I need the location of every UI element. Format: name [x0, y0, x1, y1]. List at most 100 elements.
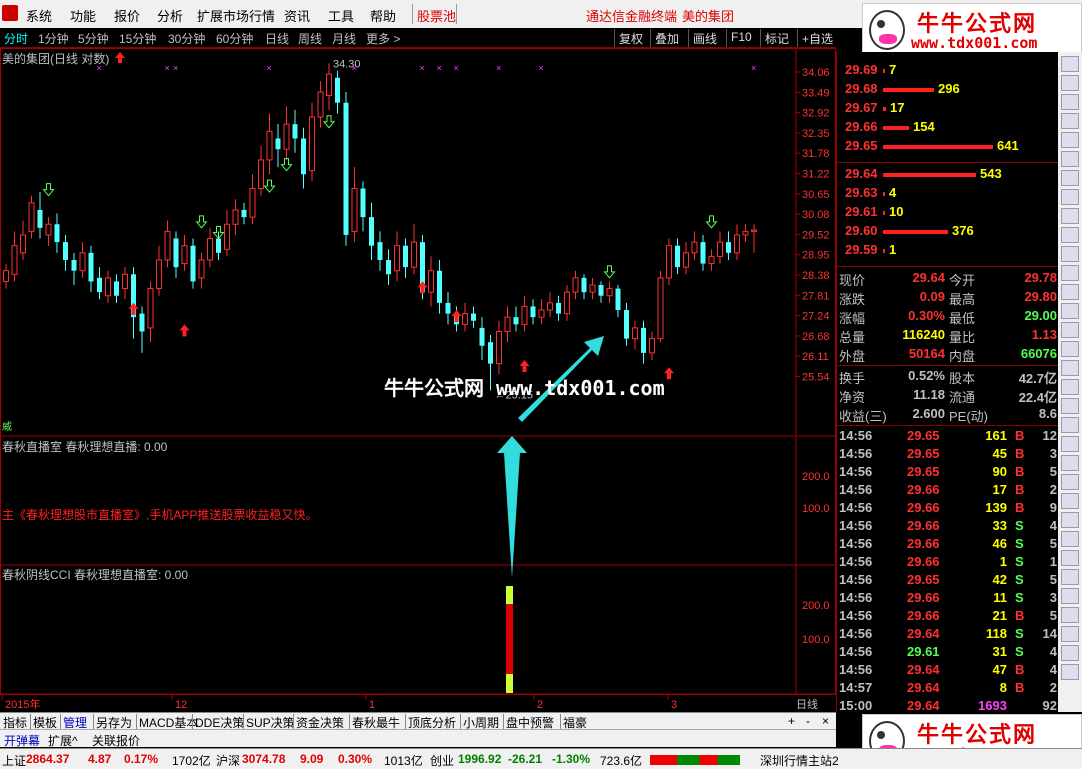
quote-label: PE(动) [949, 409, 989, 424]
bid-row[interactable]: 29.63 4 [837, 185, 1059, 203]
menu-help[interactable]: 帮助 [370, 6, 396, 25]
status-bar: 上证 2864.37 4.87 0.17% 1702亿 沪深 3074.78 9… [0, 748, 1082, 769]
bars-icon[interactable] [1061, 417, 1079, 433]
candle-body-up [317, 91, 324, 118]
tick-time: 14:56 [839, 608, 873, 623]
tool-icon[interactable] [1061, 550, 1079, 566]
period-more[interactable]: 更多 > [366, 30, 400, 47]
period-60min[interactable]: 60分钟 [216, 30, 253, 47]
zoom-out-button[interactable]: - [806, 714, 810, 728]
menu-tools[interactable]: 工具 [328, 6, 354, 25]
ask-row[interactable]: 29.69 7 [837, 62, 1059, 80]
bid-row[interactable]: 29.60 376 [837, 223, 1059, 241]
ask-row[interactable]: 29.65 641 [837, 138, 1059, 156]
sell-arrow-icon [705, 215, 718, 229]
period-monthly[interactable]: 月线 [332, 30, 356, 47]
gear-icon[interactable] [1061, 379, 1079, 395]
dot-icon[interactable] [1061, 512, 1079, 528]
buy-arrow-icon [179, 324, 190, 337]
ask-row[interactable]: 29.66 154 [837, 119, 1059, 137]
flag-icon[interactable] [1061, 607, 1079, 623]
clock-icon[interactable] [1061, 626, 1079, 642]
ask-row[interactable]: 29.68 296 [837, 81, 1059, 99]
f10-button[interactable]: F10 [726, 29, 752, 47]
ask-volume: 154 [913, 119, 935, 134]
cloud-icon[interactable] [1061, 569, 1079, 585]
line-icon[interactable] [1061, 246, 1079, 262]
menu-news[interactable]: 资讯 [284, 6, 310, 25]
buy-arrow-icon [664, 367, 674, 380]
ok-icon[interactable] [1061, 398, 1079, 414]
ask-row[interactable]: 29.67 17 [837, 100, 1059, 118]
period-5min[interactable]: 5分钟 [78, 30, 109, 47]
text-icon[interactable] [1061, 474, 1079, 490]
close-icon[interactable]: × [822, 714, 829, 728]
menu-analysis[interactable]: 分析 [157, 6, 183, 25]
tick-icon[interactable] [1061, 588, 1079, 604]
period-weekly[interactable]: 周线 [298, 30, 322, 47]
menu-extended-market[interactable]: 扩展市场行情 [197, 6, 275, 25]
bid-volume: 4 [889, 185, 897, 200]
ask-price: 29.68 [845, 81, 878, 96]
period-1min[interactable]: 1分钟 [38, 30, 69, 47]
danmaku-tab[interactable]: 开弹幕 [4, 732, 40, 749]
bid-row[interactable]: 29.59 1 [837, 242, 1059, 260]
tick-side: B [1015, 662, 1025, 677]
candle-body-up [691, 241, 698, 254]
related-quote-tab[interactable]: 关联报价 [92, 732, 140, 749]
line2-icon[interactable] [1061, 493, 1079, 509]
star-icon[interactable] [1061, 455, 1079, 471]
table-icon[interactable] [1061, 303, 1079, 319]
info-icon[interactable] [1061, 94, 1079, 110]
calc-icon[interactable] [1061, 227, 1079, 243]
list-icon[interactable] [1061, 170, 1079, 186]
down-arrow-icon[interactable] [1061, 75, 1079, 91]
tick-volume: 47 [992, 662, 1007, 677]
period-intraday[interactable]: 分时 [4, 30, 28, 47]
cal-icon[interactable] [1061, 531, 1079, 547]
pin-icon[interactable] [1061, 645, 1079, 661]
compare-icon[interactable] [1061, 265, 1079, 281]
mark-button[interactable]: 标记 [760, 29, 789, 47]
menu-stock-pool[interactable]: 股票池 [417, 6, 456, 25]
grid-icon[interactable] [1061, 113, 1079, 129]
tab-separator [349, 714, 350, 729]
overlay-button[interactable]: 叠加 [650, 29, 679, 47]
bid-row[interactable]: 29.61 10 [837, 204, 1059, 222]
bid-row[interactable]: 29.64 543 [837, 166, 1059, 184]
signal-marker: × [496, 63, 501, 73]
menu-system[interactable]: 系统 [26, 6, 52, 25]
bar-chart-icon[interactable] [1061, 132, 1079, 148]
fx-icon[interactable] [1061, 189, 1079, 205]
draw-button[interactable]: 画线 [688, 29, 717, 47]
vol-icon[interactable] [1061, 436, 1079, 452]
sort-icon[interactable] [1061, 322, 1079, 338]
menu-function[interactable]: 功能 [70, 6, 96, 25]
period-15min[interactable]: 15分钟 [119, 30, 156, 47]
menu-quote[interactable]: 报价 [114, 6, 140, 25]
zoom-in-button[interactable]: + [788, 714, 795, 728]
up-arrow-icon[interactable] [1061, 56, 1079, 72]
period-30min[interactable]: 30分钟 [168, 30, 205, 47]
view-icon[interactable] [1061, 664, 1079, 680]
candle-body-down [360, 188, 366, 218]
indicator1-axis-label: 100.0 [802, 503, 830, 515]
rsi-icon[interactable] [1061, 341, 1079, 357]
period-daily[interactable]: 日线 [265, 30, 289, 47]
x-tick-label: 3 [671, 699, 677, 711]
tick-volume: 118 [986, 626, 1007, 641]
candle-icon[interactable] [1061, 151, 1079, 167]
server-name[interactable]: 深圳行情主站2 [760, 752, 839, 769]
quote-label: 最高 [949, 292, 976, 307]
brand-banner-top: 牛牛公式网 www.tdx001.com [862, 3, 1082, 55]
adjust-button[interactable]: 复权 [614, 29, 643, 47]
signal-marker: × [165, 63, 170, 73]
percent-icon[interactable] [1061, 360, 1079, 376]
tick-price: 29.65 [907, 464, 940, 479]
ask-volume: 7 [889, 62, 897, 77]
trend-icon[interactable] [1061, 208, 1079, 224]
ladder-icon[interactable] [1061, 284, 1079, 300]
add-favorite-button[interactable]: +自选 [797, 29, 833, 47]
expand-tab[interactable]: 扩展^ [48, 732, 78, 749]
tick-side: B [1015, 680, 1025, 695]
